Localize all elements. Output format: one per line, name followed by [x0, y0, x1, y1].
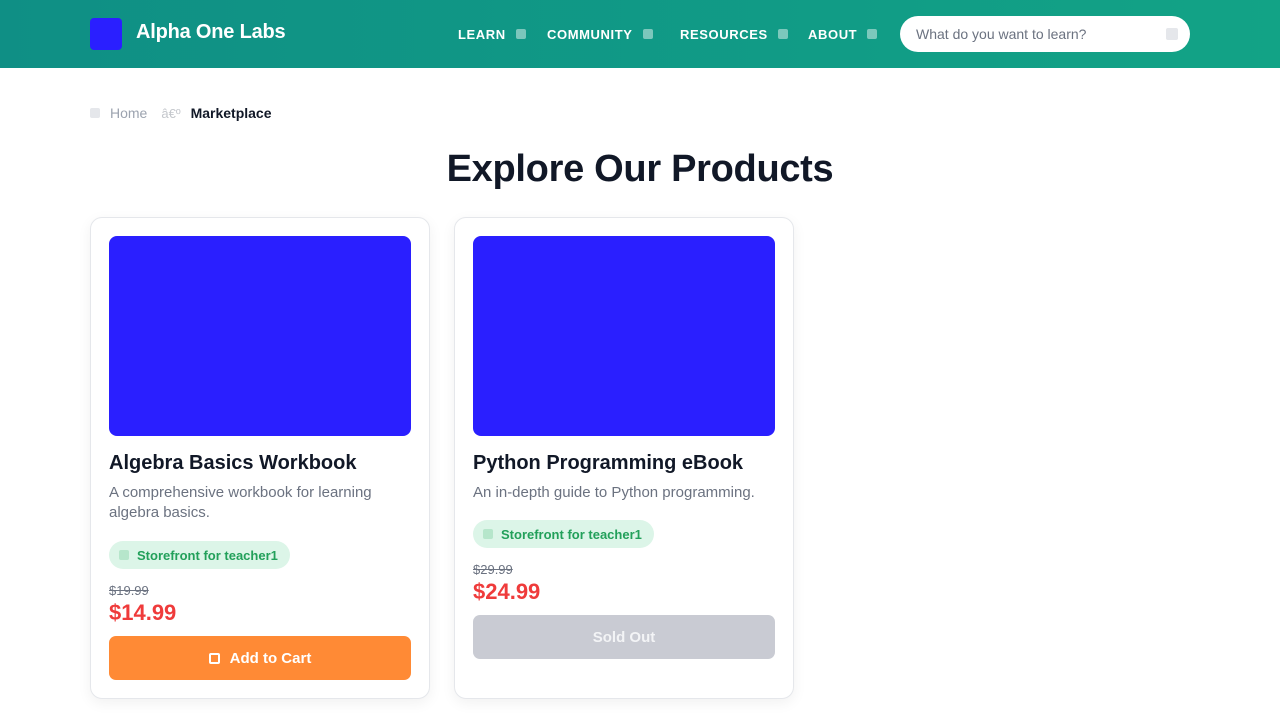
- nav-community-label: COMMUNITY: [547, 26, 633, 42]
- add-to-cart-button[interactable]: Add to Cart: [109, 636, 411, 680]
- product-card: Python Programming eBook An in-depth gui…: [454, 217, 794, 699]
- product-image[interactable]: [473, 236, 775, 436]
- store-icon: [119, 550, 129, 560]
- storefront-badge[interactable]: Storefront for teacher1: [473, 520, 654, 548]
- original-price: $19.99: [109, 583, 149, 598]
- product-title[interactable]: Python Programming eBook: [473, 452, 775, 475]
- breadcrumb-separator: â€º: [161, 105, 181, 121]
- nav-community[interactable]: COMMUNITY: [547, 26, 653, 42]
- sale-price: $14.99: [109, 600, 177, 625]
- search-icon[interactable]: [1166, 28, 1178, 40]
- nav-resources[interactable]: RESOURCES: [680, 26, 788, 42]
- brand-name[interactable]: Alpha One Labs: [136, 21, 286, 44]
- product-card: Algebra Basics Workbook A comprehensive …: [90, 217, 430, 699]
- storefront-badge[interactable]: Storefront for teacher1: [109, 541, 290, 569]
- nav-about[interactable]: ABOUT: [808, 26, 878, 42]
- product-title[interactable]: Algebra Basics Workbook: [109, 452, 411, 475]
- product-description: A comprehensive workbook for learning al…: [109, 484, 372, 521]
- add-to-cart-label: Add to Cart: [229, 649, 312, 667]
- search-box: [900, 16, 1190, 52]
- site-header: Alpha One Labs LEARN COMMUNITY RESOURCES…: [0, 0, 1280, 68]
- product-description: An in-depth guide to Python programming.: [473, 484, 755, 501]
- page-title: Explore Our Products: [446, 148, 834, 190]
- nav-learn[interactable]: LEARN: [458, 26, 526, 42]
- original-price: $29.99: [473, 562, 513, 577]
- breadcrumb: Home â€º Marketplace: [90, 104, 272, 122]
- sold-out-label: Sold Out: [592, 628, 656, 646]
- home-icon: [90, 108, 100, 118]
- search-input[interactable]: [916, 16, 1156, 52]
- dropdown-icon: [777, 29, 788, 39]
- dropdown-icon: [642, 29, 653, 39]
- dropdown-icon: [515, 29, 526, 39]
- sold-out-button[interactable]: Sold Out: [473, 615, 775, 659]
- product-image[interactable]: [109, 236, 411, 436]
- cart-icon: [208, 652, 220, 664]
- nav-about-label: ABOUT: [808, 26, 858, 42]
- store-icon: [483, 529, 493, 539]
- nav-resources-label: RESOURCES: [680, 26, 768, 42]
- storefront-label: Storefront for teacher1: [501, 526, 642, 542]
- dropdown-icon: [867, 29, 878, 39]
- breadcrumb-current: Marketplace: [190, 105, 272, 121]
- nav-learn-label: LEARN: [458, 26, 506, 42]
- storefront-label: Storefront for teacher1: [137, 547, 278, 563]
- logo-icon[interactable]: [90, 18, 122, 50]
- sale-price: $24.99: [473, 579, 541, 604]
- breadcrumb-home[interactable]: Home: [110, 105, 147, 121]
